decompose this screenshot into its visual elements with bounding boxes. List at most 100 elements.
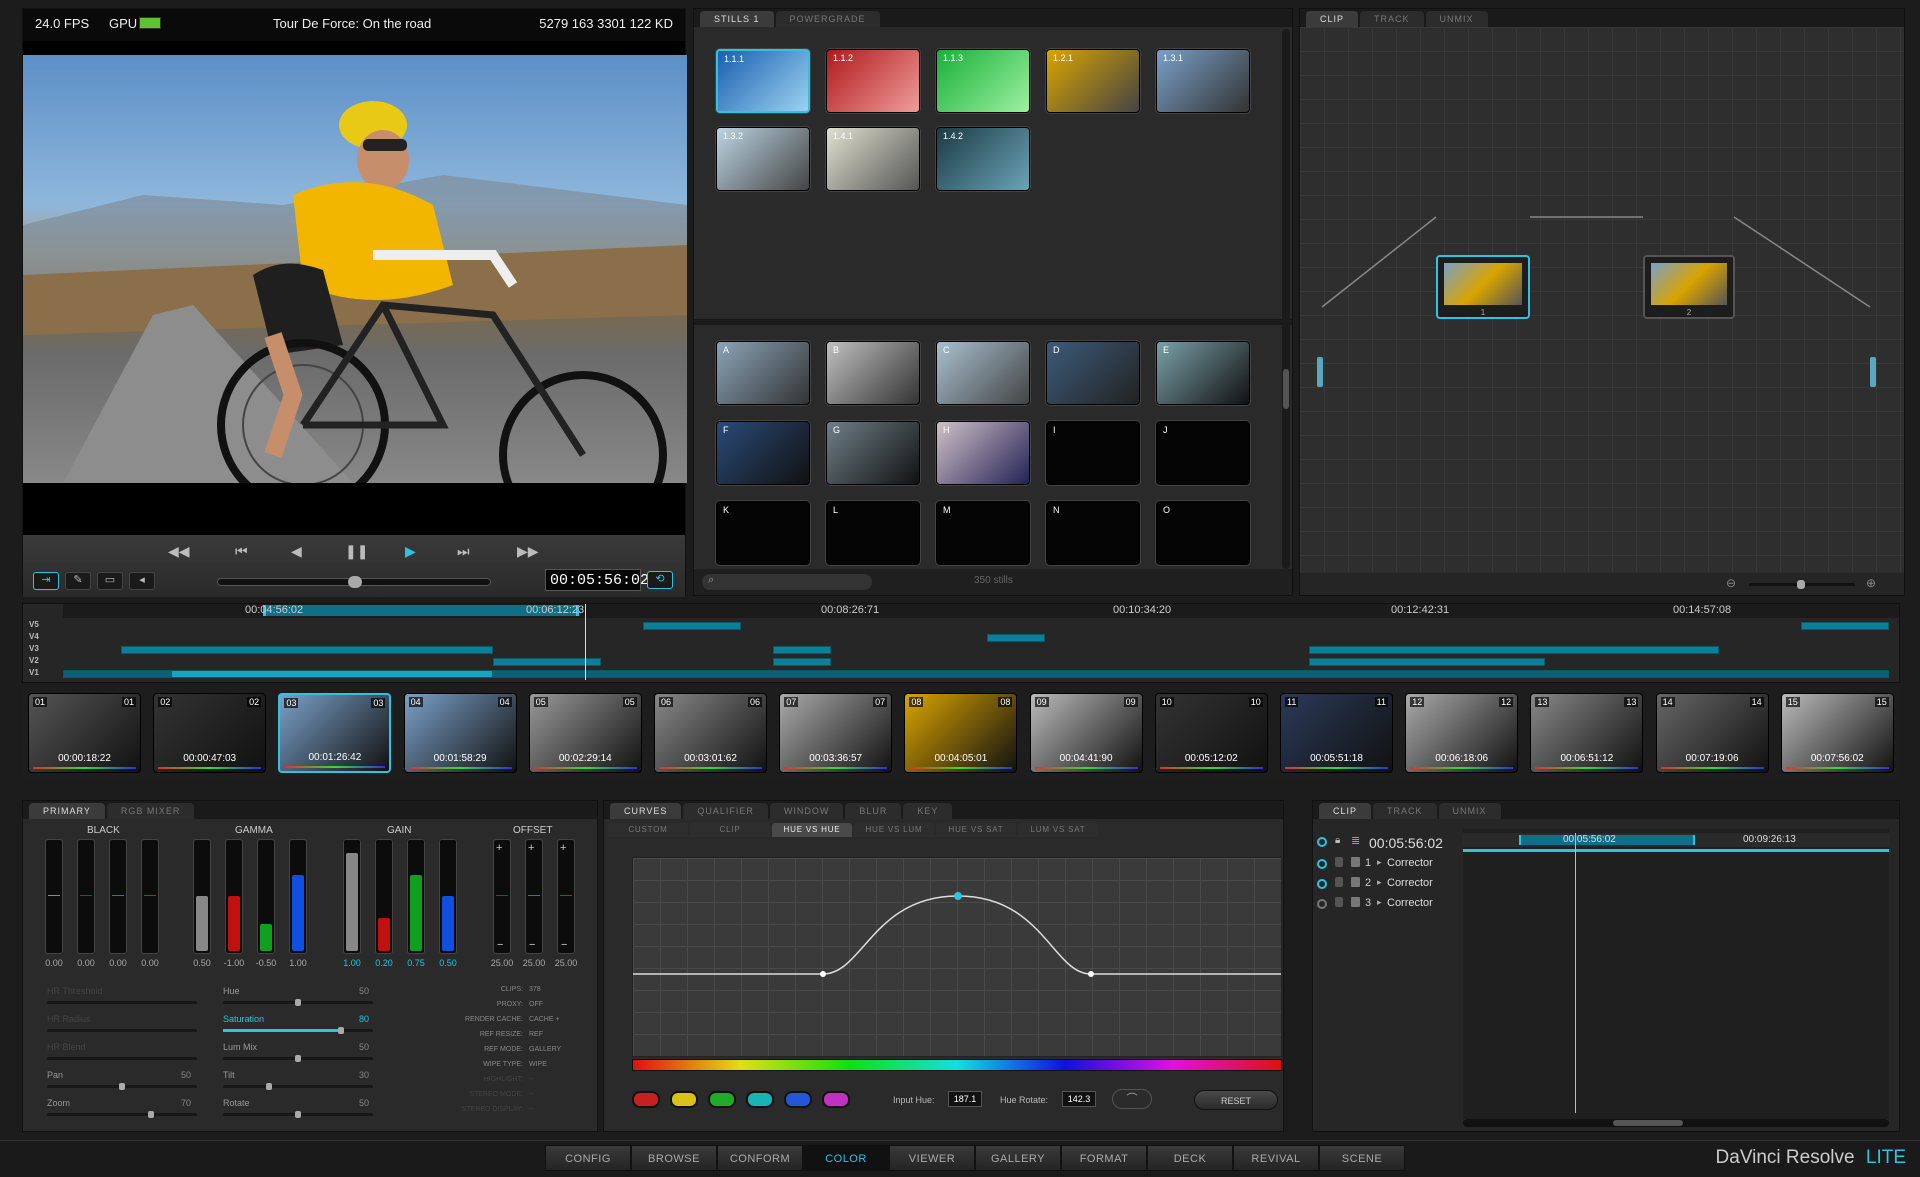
- keyframe-expand-icon[interactable]: ▸: [1377, 877, 1382, 888]
- keyframe-lock-icon[interactable]: [1335, 877, 1343, 887]
- tab-rgb-mixer[interactable]: RGB MIXER: [106, 803, 195, 819]
- go-to-start-icon[interactable]: ⏮: [235, 543, 248, 560]
- track-v4-clip[interactable]: [987, 634, 1045, 642]
- param-knob[interactable]: [266, 1083, 272, 1090]
- lock-icon[interactable]: 🔒︎: [1335, 835, 1340, 846]
- still-thumb[interactable]: I: [1046, 421, 1140, 485]
- still-thumb[interactable]: K: [716, 501, 810, 565]
- track-v3-clip[interactable]: [121, 646, 493, 654]
- clip-thumb[interactable]: 06 06 00:03:01:62: [654, 693, 767, 773]
- clip-thumb[interactable]: 09 09 00:04:41:90: [1029, 693, 1143, 773]
- color-swatch-button[interactable]: [632, 1091, 660, 1108]
- track-v5-clip[interactable]: [1801, 622, 1889, 630]
- color-slider[interactable]: [343, 839, 361, 954]
- keyframe-dot-icon[interactable]: [1317, 899, 1327, 909]
- still-thumb[interactable]: B: [826, 341, 920, 405]
- offset-slider[interactable]: + −: [493, 839, 511, 954]
- curve-graph[interactable]: [632, 857, 1282, 1057]
- tab-curves-curves[interactable]: CURVES: [610, 803, 682, 819]
- param-knob[interactable]: [295, 1111, 301, 1118]
- color-slider[interactable]: [193, 839, 211, 954]
- keyframe-lock-icon[interactable]: [1335, 857, 1343, 867]
- param-slider[interactable]: [223, 1027, 373, 1034]
- color-swatch-button[interactable]: [746, 1091, 774, 1108]
- nav-scene[interactable]: SCENE: [1319, 1145, 1405, 1171]
- jog-knob[interactable]: [348, 576, 362, 588]
- param-slider[interactable]: [47, 1001, 197, 1004]
- still-thumb[interactable]: C: [936, 341, 1030, 405]
- param-slider[interactable]: [47, 1111, 197, 1118]
- still-thumb[interactable]: L: [826, 501, 920, 565]
- plus-icon[interactable]: +: [560, 842, 566, 854]
- clip-thumb[interactable]: 13 13 00:06:51:12: [1530, 693, 1644, 773]
- still-thumb[interactable]: O: [1156, 501, 1250, 565]
- nav-format[interactable]: FORMAT: [1061, 1145, 1147, 1171]
- still-thumb[interactable]: 1.4.1: [826, 127, 920, 191]
- param-slider[interactable]: [223, 999, 373, 1006]
- tab-node-clip[interactable]: CLIP: [1306, 11, 1359, 27]
- still-thumb[interactable]: 1.4.2: [936, 127, 1030, 191]
- still-thumb[interactable]: J: [1156, 421, 1250, 485]
- curve-link-icon[interactable]: ⌒: [1112, 1089, 1152, 1109]
- color-swatch-button[interactable]: [822, 1091, 850, 1108]
- still-thumb[interactable]: N: [1046, 501, 1140, 565]
- still-thumb[interactable]: A: [716, 341, 810, 405]
- color-slider[interactable]: [225, 839, 243, 954]
- jog-slider[interactable]: [217, 576, 491, 588]
- still-thumb[interactable]: H: [936, 421, 1030, 485]
- offset-slider[interactable]: + −: [557, 839, 575, 954]
- color-slider[interactable]: [289, 839, 307, 954]
- tab-curves-window[interactable]: WINDOW: [769, 803, 844, 819]
- clip-thumb[interactable]: 14 14 00:07:19:06: [1655, 693, 1769, 773]
- param-slider[interactable]: [223, 1111, 373, 1118]
- keyframe-dot-icon[interactable]: [1317, 859, 1327, 869]
- keyframe-list-icon[interactable]: [1351, 877, 1360, 887]
- nav-viewer[interactable]: VIEWER: [889, 1145, 975, 1171]
- reset-button[interactable]: RESET: [1194, 1090, 1278, 1110]
- clip-thumb[interactable]: 02 02 00:00:47:03: [153, 693, 267, 773]
- clip-thumb[interactable]: 07 07 00:03:36:57: [779, 693, 893, 773]
- color-slider[interactable]: [439, 839, 457, 954]
- clip-thumb[interactable]: 11 11 00:05:51:18: [1280, 693, 1393, 773]
- plus-icon[interactable]: +: [496, 842, 502, 854]
- nav-color[interactable]: COLOR: [803, 1145, 889, 1171]
- color-slider[interactable]: [257, 839, 275, 954]
- nav-revival[interactable]: REVIVAL: [1233, 1145, 1319, 1171]
- list-icon[interactable]: ≣: [1351, 834, 1360, 847]
- still-thumb[interactable]: 1.1.3: [936, 49, 1030, 113]
- color-slider[interactable]: [407, 839, 425, 954]
- tab-node-track[interactable]: TRACK: [1360, 11, 1424, 27]
- tab-powergrade[interactable]: POWERGRADE: [775, 11, 880, 27]
- loop-mode-icon[interactable]: ⇥: [33, 572, 59, 590]
- keyframe-hscroll-thumb[interactable]: [1613, 1120, 1683, 1126]
- subtab-hue-vs-sat[interactable]: HUE VS SAT: [936, 823, 1016, 837]
- clip-thumb[interactable]: 12 12 00:06:18:06: [1405, 693, 1519, 773]
- track-v5-clip[interactable]: [643, 622, 741, 630]
- play-icon[interactable]: ▶: [405, 543, 416, 560]
- fast-forward-icon[interactable]: ▶▶: [517, 543, 539, 560]
- step-back-icon[interactable]: ◀: [291, 543, 302, 560]
- param-knob[interactable]: [338, 1027, 344, 1034]
- timeline-tracks[interactable]: [63, 604, 1889, 680]
- keyframe-track-area[interactable]: 00:05:56:02 00:09:26:13: [1463, 829, 1889, 1119]
- tab-curves-qualifier[interactable]: QUALIFIER: [683, 803, 768, 819]
- param-knob[interactable]: [148, 1111, 154, 1118]
- keyframe-list-icon[interactable]: [1351, 897, 1360, 907]
- zoom-knob[interactable]: [1797, 580, 1805, 589]
- subtab-custom[interactable]: CUSTOM: [608, 823, 688, 837]
- subtab-lum-vs-sat[interactable]: LUM VS SAT: [1018, 823, 1098, 837]
- playhead[interactable]: [585, 604, 586, 680]
- track-v3-clip[interactable]: [773, 646, 831, 654]
- go-to-end-icon[interactable]: ⏭: [457, 543, 470, 560]
- subtab-hue-vs-lum[interactable]: HUE VS LUM: [854, 823, 934, 837]
- nav-gallery[interactable]: GALLERY: [975, 1145, 1061, 1171]
- clip-thumb[interactable]: 15 15 00:07:56:02: [1780, 693, 1894, 773]
- node-output-handle[interactable]: [1870, 357, 1876, 387]
- tab-node-unmix[interactable]: UNMIX: [1425, 11, 1488, 27]
- still-thumb[interactable]: 1.2.1: [1046, 49, 1140, 113]
- tab-stills[interactable]: STILLS 1: [700, 11, 774, 27]
- param-slider[interactable]: [47, 1029, 197, 1032]
- zoom-out-icon[interactable]: ⊖: [1726, 576, 1736, 590]
- tab-keyframe-unmix[interactable]: UNMIX: [1438, 803, 1501, 819]
- track-v2-clip[interactable]: [773, 658, 831, 666]
